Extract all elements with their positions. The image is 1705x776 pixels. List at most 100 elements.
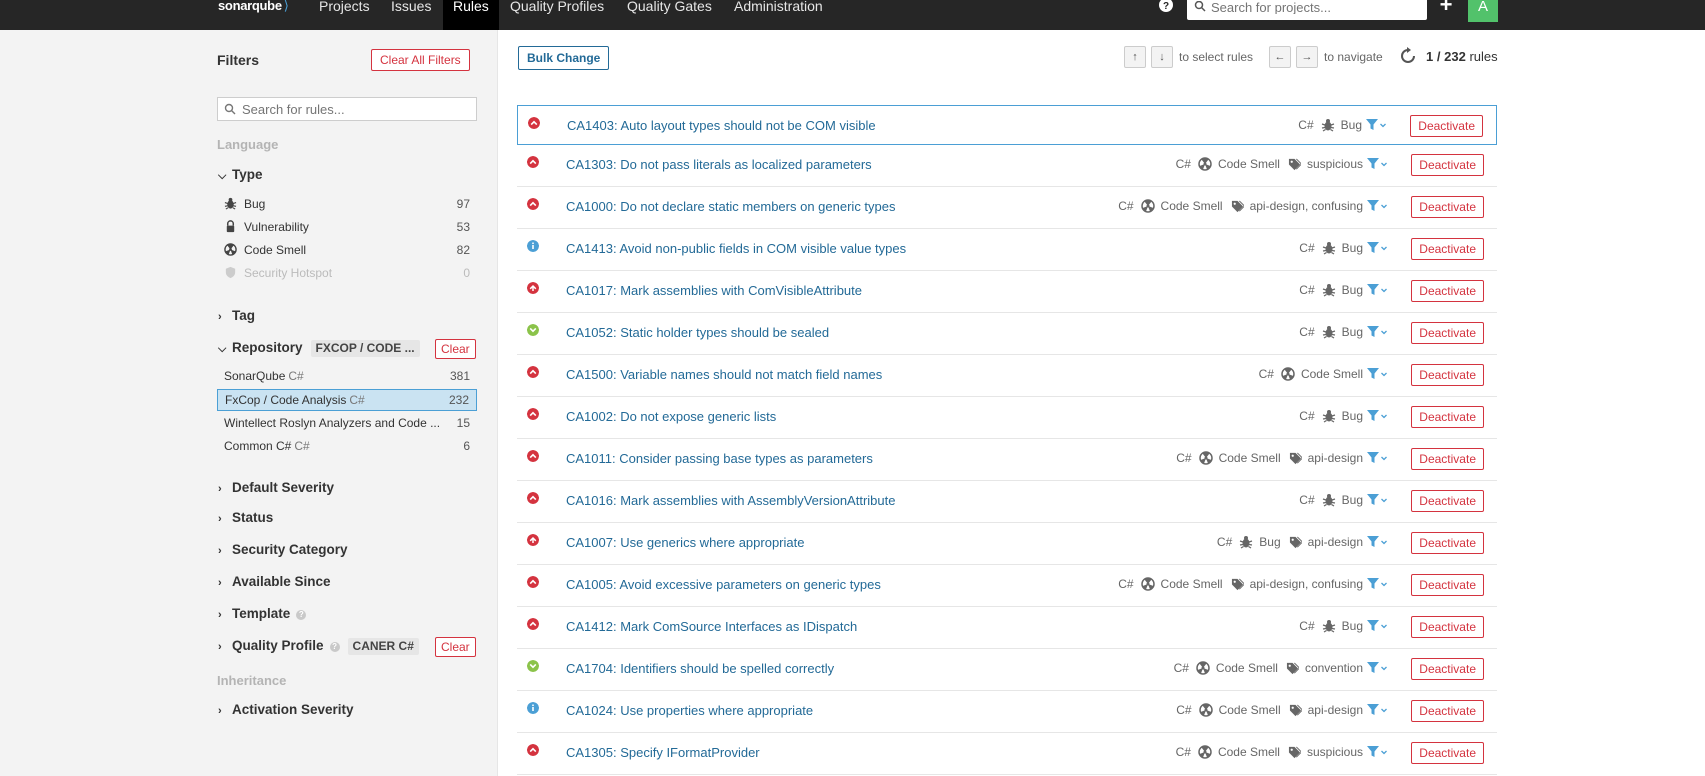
rule-tags[interactable]: suspicious xyxy=(1288,745,1363,759)
filter-similar-button[interactable] xyxy=(1366,199,1388,216)
repository-clear-button[interactable]: Clear xyxy=(435,339,476,359)
rule-title-link[interactable]: CA1413: Avoid non-public fields in COM v… xyxy=(566,241,906,256)
facet-repo-sonarqube[interactable]: SonarQube C# 381 xyxy=(217,365,477,387)
clear-all-filters-button[interactable]: Clear All Filters xyxy=(371,49,470,71)
filter-similar-icon[interactable] xyxy=(1366,619,1388,633)
filter-similar-button[interactable] xyxy=(1366,661,1388,678)
rule-row[interactable]: CA1305: Specify IFormatProvider C# Code Sm… xyxy=(517,733,1497,775)
rule-row[interactable]: CA1303: Do not pass literals as localize… xyxy=(517,145,1497,187)
rule-row[interactable]: CA1000: Do not declare static members on… xyxy=(517,187,1497,229)
rule-row[interactable]: CA1011: Consider passing base types as p… xyxy=(517,439,1497,481)
filter-similar-button[interactable] xyxy=(1366,619,1388,636)
rule-title-link[interactable]: CA1052: Static holder types should be se… xyxy=(566,325,829,340)
rule-title-link[interactable]: CA1016: Mark assemblies with AssemblyVer… xyxy=(566,493,895,508)
deactivate-button[interactable]: Deactivate xyxy=(1411,658,1484,680)
rule-row[interactable]: CA1403: Auto layout types should not be … xyxy=(517,105,1497,145)
filter-similar-icon[interactable] xyxy=(1366,745,1388,759)
deactivate-button[interactable]: Deactivate xyxy=(1411,322,1484,344)
rule-row[interactable]: CA1017: Mark assemblies with ComVisibleA… xyxy=(517,271,1497,313)
filter-similar-button[interactable] xyxy=(1366,157,1388,174)
rule-tags[interactable]: api-design xyxy=(1289,451,1363,465)
nav-issues[interactable]: Issues xyxy=(381,0,441,30)
facet-type-header[interactable]: ⌵ Type xyxy=(218,166,263,184)
filter-similar-icon[interactable] xyxy=(1366,325,1388,339)
deactivate-button[interactable]: Deactivate xyxy=(1410,115,1483,137)
filter-similar-icon[interactable] xyxy=(1366,367,1388,381)
nav-quality-gates[interactable]: Quality Gates xyxy=(617,0,722,30)
project-search-input[interactable] xyxy=(1211,0,1421,14)
rule-row[interactable]: CA1500: Variable names should not match … xyxy=(517,355,1497,397)
rule-title-link[interactable]: CA1704: Identifiers should be spelled co… xyxy=(566,661,834,676)
deactivate-button[interactable]: Deactivate xyxy=(1411,364,1484,386)
rule-row[interactable]: CA1002: Do not expose generic lists C# Bug… xyxy=(517,397,1497,439)
filter-similar-button[interactable] xyxy=(1366,367,1388,384)
filter-similar-button[interactable] xyxy=(1366,703,1388,720)
reload-icon[interactable] xyxy=(1398,46,1418,69)
rule-tags[interactable]: suspicious xyxy=(1288,157,1363,171)
facet-type-security-hotspot[interactable]: Security Hotspot 0 xyxy=(217,262,477,284)
nav-quality-profiles[interactable]: Quality Profiles xyxy=(500,0,614,30)
rule-title-link[interactable]: CA1500: Variable names should not match … xyxy=(566,367,882,382)
rule-row[interactable]: CA1007: Use generics where appropriate C#… xyxy=(517,523,1497,565)
filter-similar-icon[interactable] xyxy=(1366,493,1388,507)
help-icon[interactable]: ? xyxy=(329,642,340,652)
filter-similar-icon[interactable] xyxy=(1366,283,1388,297)
rule-tags[interactable]: convention xyxy=(1286,661,1363,675)
sonarqube-logo[interactable]: sonarqube ⟩ xyxy=(218,0,289,14)
filter-similar-button[interactable] xyxy=(1365,118,1387,135)
filter-similar-button[interactable] xyxy=(1366,283,1388,300)
deactivate-button[interactable]: Deactivate xyxy=(1411,154,1484,176)
facet-template-header[interactable]: › Template? xyxy=(218,605,307,623)
rule-row[interactable]: CA1024: Use properties where appropriate… xyxy=(517,691,1497,733)
deactivate-button[interactable]: Deactivate xyxy=(1411,532,1484,554)
filter-similar-icon[interactable] xyxy=(1366,157,1388,171)
facet-repository-header[interactable]: ⌵ Repository FXCOP / CODE ... xyxy=(218,339,420,357)
filter-similar-icon[interactable] xyxy=(1366,535,1388,549)
deactivate-button[interactable]: Deactivate xyxy=(1411,238,1484,260)
rule-title-link[interactable]: CA1305: Specify IFormatProvider xyxy=(566,745,760,760)
filter-similar-icon[interactable] xyxy=(1366,409,1388,423)
facet-type-vulnerability[interactable]: Vulnerability 53 xyxy=(217,216,477,238)
rule-search[interactable] xyxy=(217,97,477,121)
nav-rules[interactable]: Rules xyxy=(443,0,499,30)
facet-type-bug[interactable]: Bug 97 xyxy=(217,193,477,215)
project-search[interactable] xyxy=(1187,0,1427,20)
rule-title-link[interactable]: CA1303: Do not pass literals as localize… xyxy=(566,157,872,172)
facet-default-severity-header[interactable]: › Default Severity xyxy=(218,479,334,497)
rule-title-link[interactable]: CA1000: Do not declare static members on… xyxy=(566,199,896,214)
filter-similar-button[interactable] xyxy=(1366,451,1388,468)
filter-similar-icon[interactable] xyxy=(1366,703,1388,717)
facet-type-code-smell[interactable]: Code Smell 82 xyxy=(217,239,477,261)
rule-title-link[interactable]: CA1005: Avoid excessive parameters on ge… xyxy=(566,577,881,592)
rule-search-input[interactable] xyxy=(242,101,472,117)
deactivate-button[interactable]: Deactivate xyxy=(1411,448,1484,470)
deactivate-button[interactable]: Deactivate xyxy=(1411,742,1484,764)
rule-row[interactable]: CA1413: Avoid non-public fields in COM v… xyxy=(517,229,1497,271)
deactivate-button[interactable]: Deactivate xyxy=(1411,700,1484,722)
filter-similar-icon[interactable] xyxy=(1366,451,1388,465)
facet-repo-common-csharp[interactable]: Common C# C# 6 xyxy=(217,435,477,457)
filter-similar-button[interactable] xyxy=(1366,577,1388,594)
facet-security-category-header[interactable]: › Security Category xyxy=(218,541,348,559)
filter-similar-icon[interactable] xyxy=(1366,199,1388,213)
filter-similar-button[interactable] xyxy=(1366,535,1388,552)
facet-available-since-header[interactable]: › Available Since xyxy=(218,573,331,591)
facet-status-header[interactable]: › Status xyxy=(218,509,273,527)
deactivate-button[interactable]: Deactivate xyxy=(1411,280,1484,302)
help-icon[interactable]: ? xyxy=(1158,0,1174,14)
rule-tags[interactable]: api-design, confusing xyxy=(1231,577,1363,591)
rule-tags[interactable]: api-design, confusing xyxy=(1231,199,1363,213)
create-plus-button[interactable]: + xyxy=(1436,0,1456,16)
deactivate-button[interactable]: Deactivate xyxy=(1411,196,1484,218)
deactivate-button[interactable]: Deactivate xyxy=(1411,574,1484,596)
filter-similar-icon[interactable] xyxy=(1365,118,1387,132)
rule-title-link[interactable]: CA1007: Use generics where appropriate xyxy=(566,535,804,550)
filter-similar-icon[interactable] xyxy=(1366,577,1388,591)
rule-title-link[interactable]: CA1017: Mark assemblies with ComVisibleA… xyxy=(566,283,862,298)
deactivate-button[interactable]: Deactivate xyxy=(1411,406,1484,428)
nav-projects[interactable]: Projects xyxy=(309,0,380,30)
rule-row[interactable]: CA1016: Mark assemblies with AssemblyVer… xyxy=(517,481,1497,523)
filter-similar-button[interactable] xyxy=(1366,409,1388,426)
facet-tag-header[interactable]: › Tag xyxy=(218,307,255,325)
rule-title-link[interactable]: CA1412: Mark ComSource Interfaces as IDi… xyxy=(566,619,857,634)
